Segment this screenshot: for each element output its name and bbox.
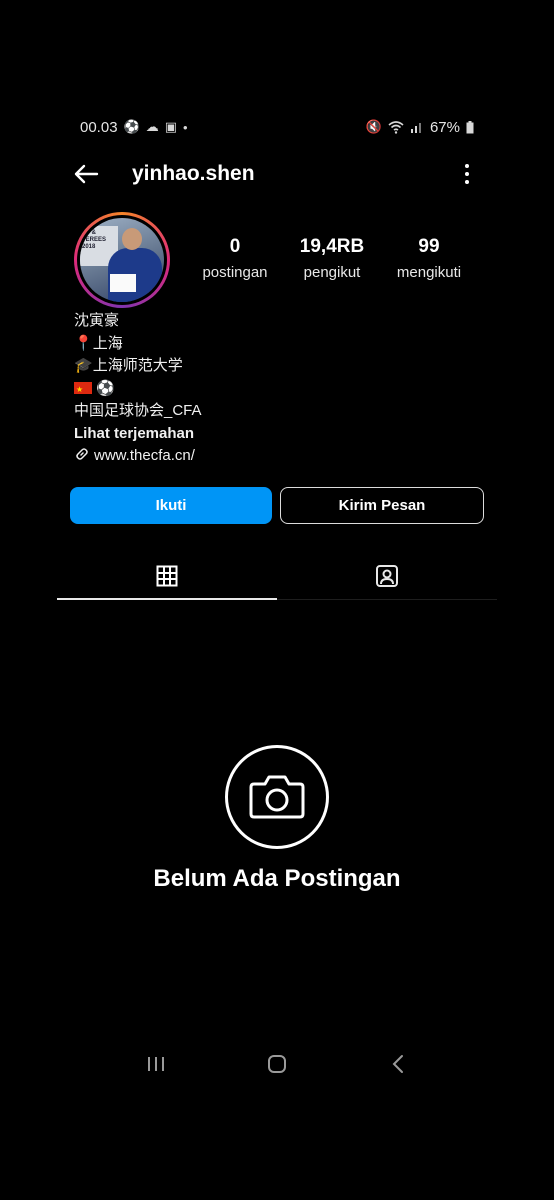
bio-school: 上海师范大学: [92, 357, 183, 374]
translate-link[interactable]: Lihat terjemahan: [74, 423, 474, 446]
stat-label: postingan: [202, 264, 268, 281]
pin-icon: 📍: [74, 334, 93, 352]
bio-emoji-line: ⚽: [74, 378, 474, 401]
clock: 00.03: [80, 118, 118, 136]
bio-name: 沈寅豪: [74, 312, 120, 329]
soccer-ball-icon: ⚽: [123, 119, 140, 134]
mute-icon: 🔇: [365, 119, 382, 134]
stat-value: 19,4RB: [299, 236, 365, 257]
soccer-ball-emoji: ⚽: [96, 379, 115, 397]
stat-label: pengikut: [303, 264, 361, 281]
more-options-icon[interactable]: [460, 159, 474, 189]
username-title: yinhao.shen: [132, 162, 255, 185]
bio-school-line: 🎓上海师范大学: [74, 355, 474, 378]
status-right: 🔇 67%: [366, 119, 474, 136]
tagged-person-icon: [376, 564, 398, 587]
cloud-icon: ☁: [145, 119, 159, 134]
empty-state-text: Belum Ada Postingan: [153, 865, 401, 892]
back-arrow-icon[interactable]: [70, 158, 102, 190]
signal-icon: [410, 123, 421, 133]
back-nav-icon[interactable]: [372, 1048, 424, 1080]
link-icon: [76, 448, 88, 460]
bio-organization: 中国足球协会_CFA: [74, 402, 202, 419]
battery-level: 67%: [429, 118, 460, 136]
home-icon[interactable]: [251, 1048, 303, 1080]
stat-posts[interactable]: 0 postingan: [190, 236, 280, 281]
grid-icon: [156, 565, 178, 586]
follow-button[interactable]: Ikuti: [70, 487, 272, 524]
website-line[interactable]: www.thecfa.cn/: [74, 445, 474, 468]
tab-posts-grid[interactable]: [57, 552, 277, 600]
profile-bio: 沈寅豪 📍上海 🎓上海师范大学 ⚽ 中国足球协会_CFA Lihat terje…: [74, 310, 474, 468]
gallery-icon: ▣: [164, 119, 178, 134]
china-flag-icon: [74, 379, 92, 401]
profile-header: yinhao.shen: [70, 156, 474, 192]
stat-label: mengikuti: [396, 264, 462, 281]
bio-location: 上海: [92, 334, 123, 352]
empty-state: Belum Ada Postingan: [0, 745, 554, 893]
status-bar: 00.03 ⚽ ☁ ▣ • 🔇 67%: [80, 116, 474, 138]
tab-tagged[interactable]: [277, 552, 497, 599]
profile-tabs: [57, 552, 497, 600]
graduation-cap-icon: 🎓: [74, 357, 93, 374]
stat-followers[interactable]: 19,4RB pengikut: [287, 236, 377, 281]
stat-value: 0: [229, 236, 241, 257]
profile-actions: Ikuti Kirim Pesan: [70, 487, 484, 524]
avatar-photo: ES & FEREES 2018: [80, 218, 164, 302]
website-link[interactable]: www.thecfa.cn/: [94, 447, 195, 464]
profile-stats: 0 postingan 19,4RB pengikut 99 mengikuti: [190, 236, 474, 281]
status-left: 00.03 ⚽ ☁ ▣ •: [80, 119, 188, 136]
stat-value: 99: [418, 236, 440, 257]
camera-icon: [225, 745, 329, 849]
wifi-icon: [388, 121, 404, 134]
avatar[interactable]: ES & FEREES 2018: [74, 212, 170, 308]
stat-following[interactable]: 99 mengikuti: [384, 236, 474, 281]
bio-location-line: 📍上海: [74, 333, 474, 356]
battery-icon: [466, 120, 474, 133]
recent-apps-icon[interactable]: [130, 1048, 182, 1080]
system-nav-bar: [130, 1048, 424, 1080]
avatar-board-text: ES & FEREES 2018: [82, 230, 107, 250]
dot-icon: •: [183, 119, 188, 135]
message-button[interactable]: Kirim Pesan: [280, 487, 484, 524]
